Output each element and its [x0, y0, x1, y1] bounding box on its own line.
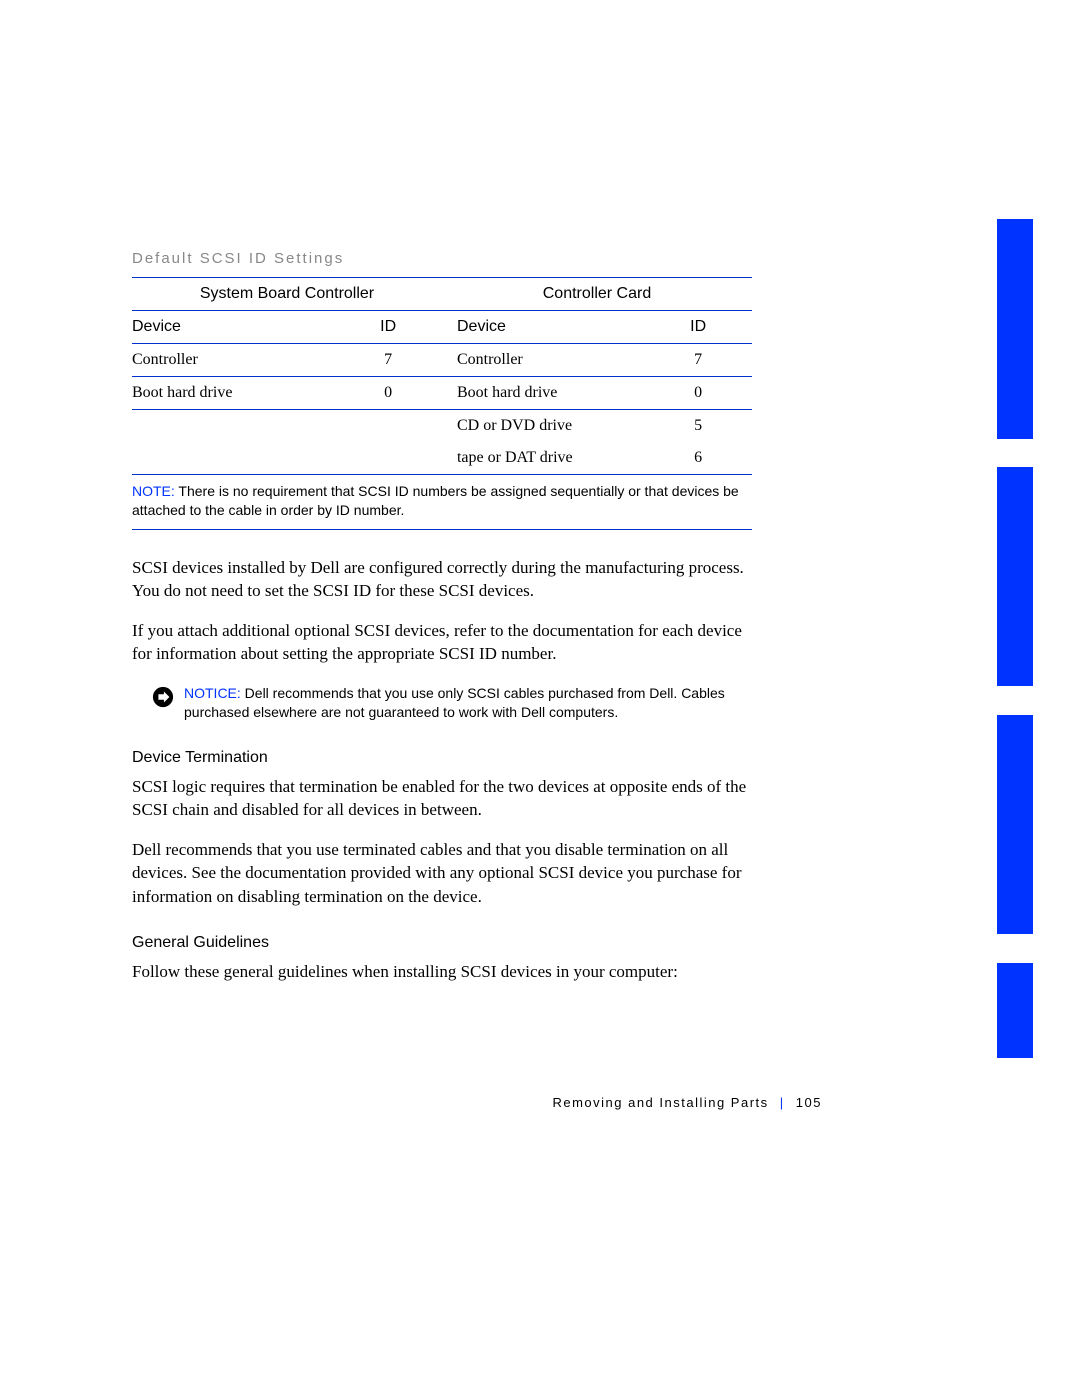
table-column-header: Device ID Device ID — [132, 311, 752, 344]
cell-id: 6 — [669, 442, 752, 475]
notice-body: NOTICE: Dell recommends that you use onl… — [184, 684, 752, 723]
col-device-left: Device — [132, 311, 359, 344]
note-label: NOTE: — [132, 483, 175, 499]
notice-text-content: Dell recommends that you use only SCSI c… — [184, 685, 725, 721]
cell-empty — [359, 442, 442, 475]
body-paragraph: SCSI logic requires that termination be … — [132, 775, 752, 822]
footer-separator: | — [774, 1095, 791, 1110]
subheading-general-guidelines: General Guidelines — [132, 934, 752, 952]
page-footer: Removing and Installing Parts | 105 — [552, 1095, 822, 1110]
table-title: Default SCSI ID Settings — [132, 250, 752, 267]
side-tab — [997, 715, 1033, 934]
side-tab — [997, 467, 1033, 686]
cell-empty — [132, 442, 359, 475]
cell-device: tape or DAT drive — [442, 442, 669, 475]
col-id-right: ID — [669, 311, 752, 344]
cell-empty — [132, 410, 359, 443]
notice-block: NOTICE: Dell recommends that you use onl… — [132, 684, 752, 723]
body-paragraph: SCSI devices installed by Dell are confi… — [132, 556, 752, 603]
cell-device: CD or DVD drive — [442, 410, 669, 443]
notice-label: NOTICE: — [184, 685, 241, 701]
notice-arrow-icon — [152, 686, 174, 708]
table-group-header: System Board Controller Controller Card — [132, 278, 752, 311]
table-row: CD or DVD drive 5 — [132, 410, 752, 443]
table-row: tape or DAT drive 6 — [132, 442, 752, 475]
col-id-left: ID — [359, 311, 442, 344]
footer-page-number: 105 — [796, 1095, 822, 1110]
side-tab — [997, 963, 1033, 1058]
note-text: There is no requirement that SCSI ID num… — [132, 483, 739, 518]
cell-id: 0 — [359, 377, 442, 410]
table-row: Controller 7 Controller 7 — [132, 344, 752, 377]
subheading-device-termination: Device Termination — [132, 749, 752, 767]
body-paragraph: Dell recommends that you use terminated … — [132, 838, 752, 908]
group-header-right: Controller Card — [442, 278, 752, 311]
cell-device: Controller — [442, 344, 669, 377]
body-paragraph: If you attach additional optional SCSI d… — [132, 619, 752, 666]
cell-id: 7 — [359, 344, 442, 377]
footer-chapter: Removing and Installing Parts — [552, 1095, 768, 1110]
page-content: Default SCSI ID Settings System Board Co… — [132, 250, 752, 984]
side-tab — [997, 219, 1033, 439]
cell-device: Controller — [132, 344, 359, 377]
cell-id: 0 — [669, 377, 752, 410]
group-header-left: System Board Controller — [132, 278, 442, 311]
cell-device: Boot hard drive — [442, 377, 669, 410]
cell-empty — [359, 410, 442, 443]
table-note-row: NOTE: There is no requirement that SCSI … — [132, 475, 752, 530]
col-device-right: Device — [442, 311, 669, 344]
cell-id: 7 — [669, 344, 752, 377]
table-row: Boot hard drive 0 Boot hard drive 0 — [132, 377, 752, 410]
body-paragraph: Follow these general guidelines when ins… — [132, 960, 752, 983]
cell-id: 5 — [669, 410, 752, 443]
cell-device: Boot hard drive — [132, 377, 359, 410]
scsi-id-table: System Board Controller Controller Card … — [132, 277, 752, 530]
